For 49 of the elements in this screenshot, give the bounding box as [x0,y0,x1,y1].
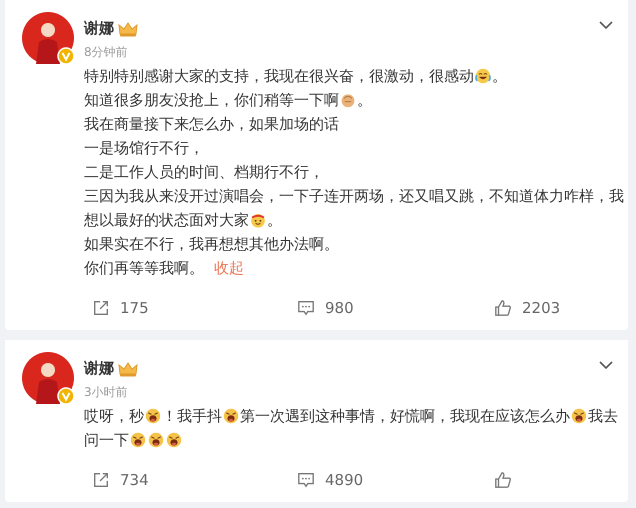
comment-icon [297,471,315,489]
face-emoji-icon [223,408,239,424]
repost-button[interactable]: 175 [92,299,149,317]
post-text: 想以最好的状态面对大家 [84,211,249,229]
like-button[interactable] [494,471,512,489]
post-text: 二是工作人员的时间、档期行不行， [84,163,324,181]
author-name[interactable]: 谢娜 [84,19,114,38]
post-text: 三因为我从来没开过演唱会，一下子连开两场，还又唱又跳，不知道体力咋样，我 [84,187,624,205]
face-emoji-icon [571,408,587,424]
thumbs-up-icon [494,471,512,489]
face-emoji-icon [130,432,146,448]
avatar[interactable] [22,12,74,64]
collapse-link[interactable]: 收起 [214,259,244,277]
post-text: 我去 [588,407,618,425]
post-text: 。 [492,67,507,85]
face-emoji-icon [475,68,491,84]
post-text: 特别特别感谢大家的支持，我现在很兴奋，很激动，很感动 [84,67,474,85]
face-emoji-icon [145,408,161,424]
post-text: 你们再等等我啊。 [84,259,204,277]
post-text: 知道很多朋友没抢上，你们稍等一下啊 [84,91,339,109]
post-text: 。 [267,211,282,229]
post-text: 如果实在不行，我再想想其他办法啊。 [84,235,339,253]
chevron-down-icon[interactable] [598,360,614,370]
crown-icon [118,20,138,36]
repost-button[interactable]: 734 [92,471,149,489]
comment-button[interactable]: 980 [297,299,354,317]
post-time: 8分钟前 [84,44,129,61]
comment-button[interactable]: 4890 [297,471,364,489]
thumbs-up-icon [494,299,512,317]
author-name[interactable]: 谢娜 [84,359,114,378]
share-icon [92,299,110,317]
comment-icon [297,299,315,317]
chevron-down-icon[interactable] [598,20,614,30]
bun-emoji-icon [340,92,356,108]
avatar[interactable] [22,352,74,404]
post-text: 一是场馆行不行， [84,139,204,157]
crown-icon [118,360,138,376]
face-emoji-icon [148,432,164,448]
post-text: 我在商量接下来怎么办，如果加场的话 [84,115,339,133]
face-emoji-icon [250,212,266,228]
post-time: 3小时前 [84,384,129,401]
post-text: ！我手抖 [162,407,222,425]
post-text: 哎呀，秒 [84,407,144,425]
post-text: 。 [357,91,372,109]
post-text: 问一下 [84,431,129,449]
face-emoji-icon [166,432,182,448]
post-text: 第一次遇到这种事情，好慌啊，我现在应该怎么办 [240,407,570,425]
like-button[interactable]: 2203 [494,299,560,317]
share-icon [92,471,110,489]
